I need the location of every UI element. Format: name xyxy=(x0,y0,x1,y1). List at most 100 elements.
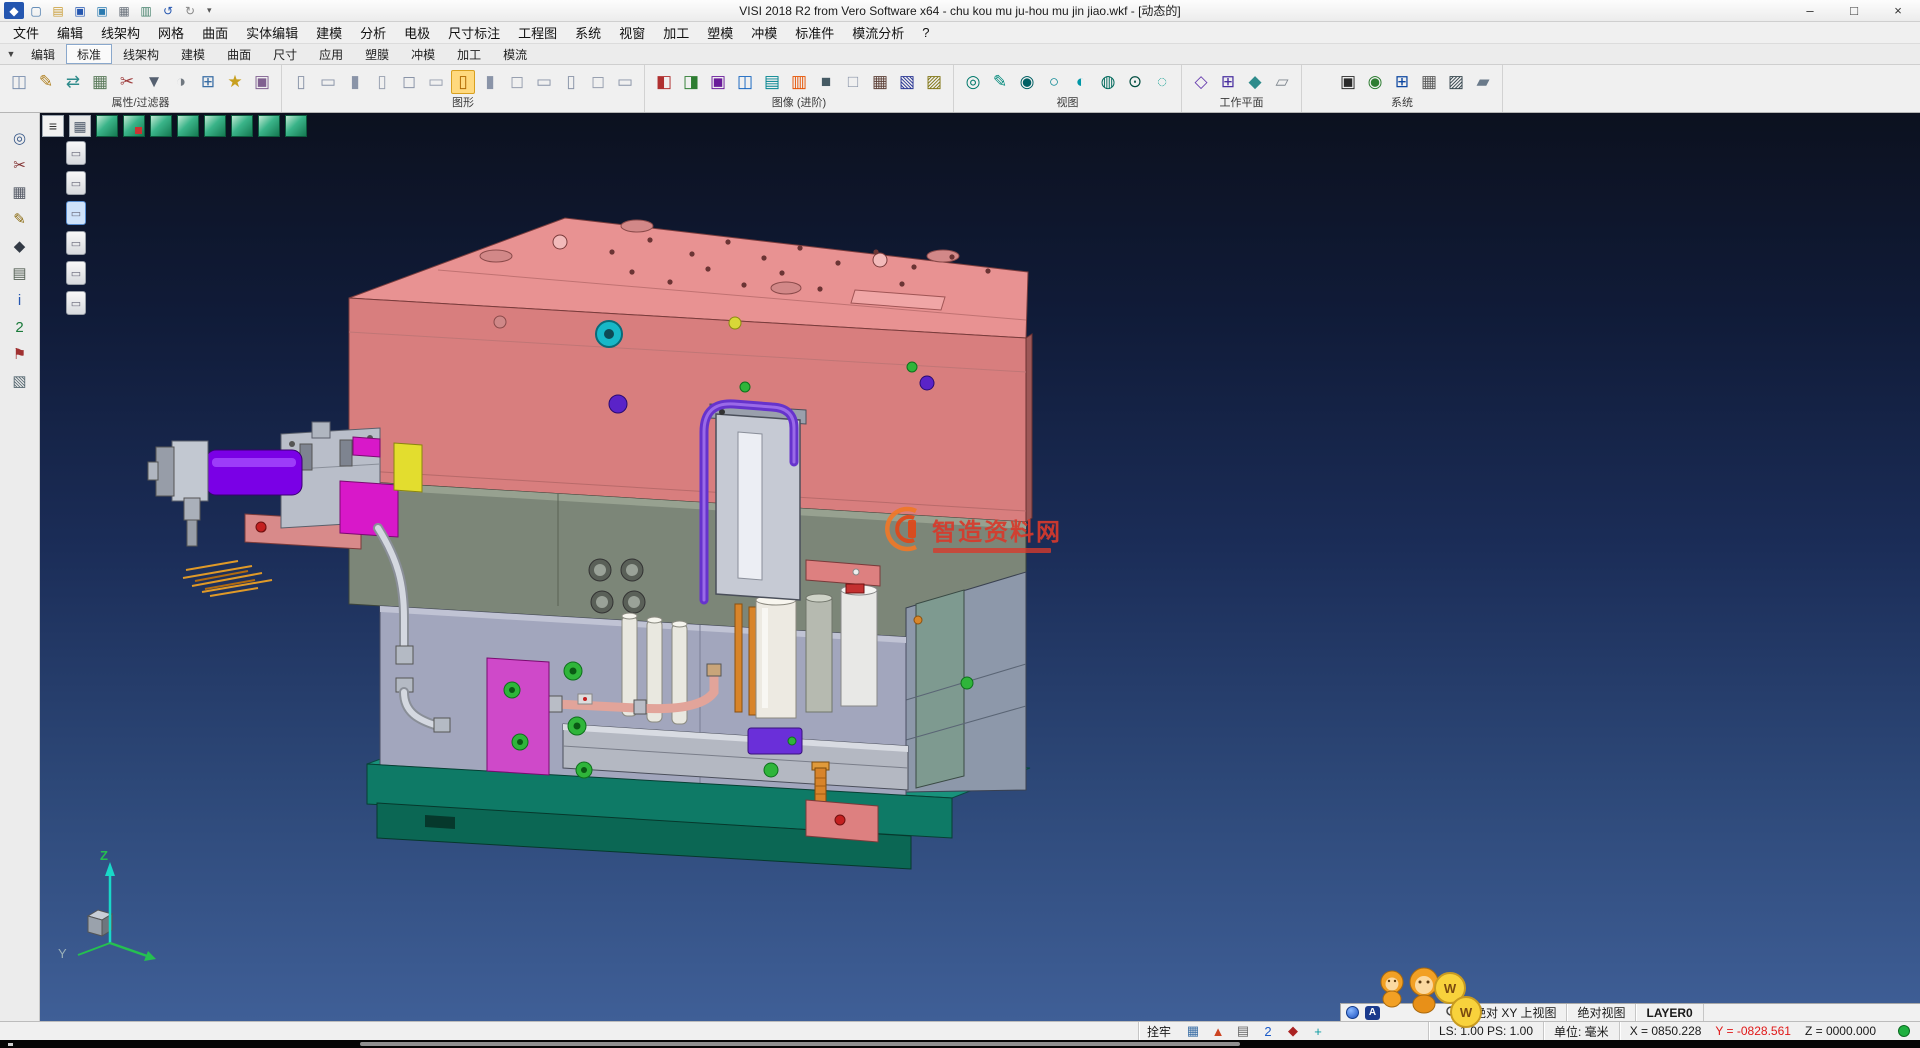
ribbon-icon-2-8[interactable]: ▮ xyxy=(478,70,502,94)
tab-2[interactable]: 标准 xyxy=(66,44,112,64)
dimetric-view-icon[interactable] xyxy=(285,115,307,137)
ribbon-icon-5-2[interactable]: ⊞ xyxy=(1216,70,1240,94)
ribbon-icon-3-10[interactable]: ▧ xyxy=(895,70,919,94)
menu-item-4[interactable]: 网格 xyxy=(149,22,193,43)
dimension-2-icon[interactable]: 2 xyxy=(1260,1023,1276,1039)
ribbon-icon-3-6[interactable]: ▥ xyxy=(787,70,811,94)
mini-tool-icon-4[interactable]: ▭ xyxy=(66,231,86,255)
ribbon-icon-1-7[interactable]: ◑ xyxy=(169,70,193,94)
view-menu-icon[interactable]: ≡ xyxy=(42,115,64,137)
guide-unit[interactable] xyxy=(704,404,806,600)
ribbon-icon-2-13[interactable]: ▭ xyxy=(613,70,637,94)
ribbon-icon-5-1[interactable]: ◇ xyxy=(1189,70,1213,94)
tab-11[interactable]: 模流 xyxy=(492,44,538,64)
iso-view-icon[interactable] xyxy=(96,115,118,137)
app-icon[interactable]: ◆ xyxy=(4,2,24,19)
ribbon-icon-3-5[interactable]: ▤ xyxy=(760,70,784,94)
menu-item-16[interactable]: 冲模 xyxy=(742,22,786,43)
tab-1[interactable]: 编辑 xyxy=(20,44,66,64)
top-view-icon[interactable] xyxy=(150,115,172,137)
print-icon[interactable]: ▦ xyxy=(114,2,134,19)
ribbon-icon-4-1[interactable]: ◎ xyxy=(961,70,985,94)
tab-9[interactable]: 冲模 xyxy=(400,44,446,64)
render-mode-icon[interactable] xyxy=(1346,1006,1359,1019)
ribbon-icon-3-9[interactable]: ▦ xyxy=(868,70,892,94)
ribbon-icon-1-3[interactable]: ⇄ xyxy=(61,70,85,94)
ribbon-icon-1-6[interactable]: ▼ xyxy=(142,70,166,94)
ribbon-icon-2-2[interactable]: ▭ xyxy=(316,70,340,94)
sketch-curves[interactable] xyxy=(183,561,272,596)
ribbon-icon-2-10[interactable]: ▭ xyxy=(532,70,556,94)
ribbon-icon-4-8[interactable]: ◌ xyxy=(1150,70,1174,94)
magenta-plate[interactable] xyxy=(487,658,549,775)
menu-item-5[interactable]: 曲面 xyxy=(193,22,237,43)
tab-5[interactable]: 曲面 xyxy=(216,44,262,64)
mold-model[interactable]: 智造资料网 Z Y xyxy=(40,113,1920,1021)
tab-8[interactable]: 塑膜 xyxy=(354,44,400,64)
back-view-icon[interactable] xyxy=(231,115,253,137)
tab-10[interactable]: 加工 xyxy=(446,44,492,64)
ribbon-icon-1-4[interactable]: ▦ xyxy=(88,70,112,94)
undo-icon[interactable]: ↺ xyxy=(158,2,178,19)
view-grid-icon[interactable]: ▦ xyxy=(69,115,91,137)
ribbon-icon-3-8[interactable]: □ xyxy=(841,70,865,94)
ribbon-icon-3-4[interactable]: ◫ xyxy=(733,70,757,94)
axis-snap-icon[interactable]: + xyxy=(1310,1023,1326,1039)
menu-item-18[interactable]: 模流分析 xyxy=(843,22,913,43)
tab-dropdown-icon[interactable]: ▼ xyxy=(2,44,20,64)
menu-item-1[interactable]: 文件 xyxy=(4,22,48,43)
ribbon-icon-2-4[interactable]: ▯ xyxy=(370,70,394,94)
ribbon-icon-3-7[interactable]: ■ xyxy=(814,70,838,94)
ribbon-icon-2-1[interactable]: ▯ xyxy=(289,70,313,94)
minimize-button[interactable]: – xyxy=(1788,0,1832,21)
sketch-icon[interactable]: ✎ xyxy=(8,208,32,230)
plot-icon[interactable]: ▥ xyxy=(136,2,156,19)
menu-item-3[interactable]: 线架构 xyxy=(92,22,149,43)
quick-access-more-icon[interactable]: ▾ xyxy=(201,5,218,16)
solid-snap-icon[interactable]: ◆ xyxy=(1285,1023,1301,1039)
ribbon-icon-1-1[interactable]: ◫ xyxy=(7,70,31,94)
ribbon-icon-3-2[interactable]: ◨ xyxy=(679,70,703,94)
mini-tool-icon-1[interactable]: ▭ xyxy=(66,141,86,165)
menu-item-14[interactable]: 加工 xyxy=(654,22,698,43)
menu-item-13[interactable]: 视窗 xyxy=(610,22,654,43)
save-all-icon[interactable]: ▣ xyxy=(92,2,112,19)
layer-indicator[interactable]: LAYER0 xyxy=(1636,1004,1703,1021)
menu-item-6[interactable]: 实体编辑 xyxy=(237,22,307,43)
mold-support-slab[interactable] xyxy=(906,572,1026,792)
ribbon-icon-6-4[interactable]: ⊞ xyxy=(1390,70,1414,94)
maximize-button[interactable]: □ xyxy=(1832,0,1876,21)
menu-item-17[interactable]: 标准件 xyxy=(786,22,843,43)
ribbon-icon-4-2[interactable]: ✎ xyxy=(988,70,1012,94)
taskbar-bar[interactable] xyxy=(360,1042,1240,1046)
front-view-icon[interactable] xyxy=(123,115,145,137)
ribbon-icon-1-10[interactable]: ▣ xyxy=(250,70,274,94)
save-icon[interactable]: ▣ xyxy=(70,2,90,19)
tab-6[interactable]: 尺寸 xyxy=(262,44,308,64)
mini-tool-icon-3[interactable]: ▭ xyxy=(66,201,86,225)
ribbon-icon-5-3[interactable]: ◆ xyxy=(1243,70,1267,94)
ribbon-icon-2-6[interactable]: ▭ xyxy=(424,70,448,94)
tab-7[interactable]: 应用 xyxy=(308,44,354,64)
ribbon-icon-1-9[interactable]: ★ xyxy=(223,70,247,94)
ribbon-icon-2-7[interactable]: ▯ xyxy=(451,70,475,94)
info-icon[interactable]: i xyxy=(8,289,32,311)
ribbon-icon-3-1[interactable]: ◧ xyxy=(652,70,676,94)
menu-item-7[interactable]: 建模 xyxy=(307,22,351,43)
ribbon-icon-2-11[interactable]: ▯ xyxy=(559,70,583,94)
menu-item-15[interactable]: 塑模 xyxy=(698,22,742,43)
tab-3[interactable]: 线架构 xyxy=(112,44,170,64)
ribbon-icon-4-5[interactable]: ◐ xyxy=(1069,70,1093,94)
snap-grid-icon[interactable]: ▦ xyxy=(1185,1023,1201,1039)
solid-icon[interactable]: ◆ xyxy=(8,235,32,257)
redo-icon[interactable]: ↻ xyxy=(180,2,200,19)
menu-item-10[interactable]: 尺寸标注 xyxy=(439,22,509,43)
highlight-icon[interactable]: ▲ xyxy=(1210,1023,1226,1039)
ribbon-icon-3-3[interactable]: ▣ xyxy=(706,70,730,94)
ribbon-icon-3-11[interactable]: ▨ xyxy=(922,70,946,94)
ribbon-icon-6-3[interactable]: ◉ xyxy=(1363,70,1387,94)
absolute-view-label[interactable]: 绝对视图 xyxy=(1567,1004,1636,1021)
right-view-icon[interactable] xyxy=(177,115,199,137)
layers-icon[interactable]: ▤ xyxy=(8,262,32,284)
ribbon-icon-4-6[interactable]: ◍ xyxy=(1096,70,1120,94)
